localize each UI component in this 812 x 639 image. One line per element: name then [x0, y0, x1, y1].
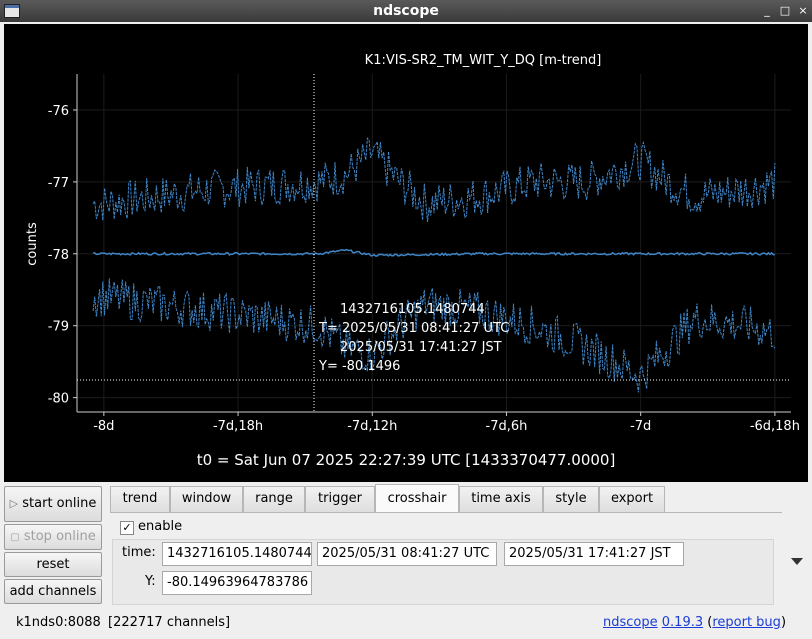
add-channels-button[interactable]: add channels	[4, 579, 102, 604]
crosshair-jst-readout: 2025/05/31 17:41:27 JST	[340, 340, 502, 355]
maximize-icon[interactable]: □	[778, 3, 792, 19]
server-address: k1nds0:8088	[16, 615, 101, 630]
y-tick-label: -80	[48, 392, 69, 407]
stop-online-button[interactable]: ▢ stop online	[4, 524, 102, 550]
tab-crosshair[interactable]: crosshair	[375, 484, 459, 512]
report-bug-link[interactable]: report bug	[712, 615, 781, 630]
tab-trend[interactable]: trend	[110, 486, 170, 512]
x-tick-label: -8d	[93, 419, 114, 434]
x-tick-labels: -8d -7d,18h -7d,12h -7d,6h -7d -6d,18h	[93, 412, 800, 434]
x-tick-label: -6d,18h	[750, 419, 800, 434]
tab-range[interactable]: range	[243, 486, 305, 512]
y-tick-label: -79	[48, 320, 69, 335]
y-axis-label: counts	[25, 222, 40, 266]
x-tick-label: -7d,6h	[486, 419, 528, 434]
plot-area[interactable]: K1:VIS-SR2_TM_WIT_Y_DQ [m-trend] counts …	[4, 24, 808, 482]
enable-checkbox[interactable]: ✓	[120, 521, 134, 535]
enable-label: enable	[138, 519, 183, 534]
tab-style[interactable]: style	[543, 486, 599, 512]
crosshair-y-readout: Y= -80.1496	[318, 359, 400, 374]
tab-trigger[interactable]: trigger	[305, 486, 375, 512]
stop-online-label: stop online	[23, 529, 96, 544]
x-tick-label: -7d	[630, 419, 651, 434]
time-utc-field[interactable]: 2025/05/31 08:41:27 UTC	[317, 542, 497, 566]
time-gps-field[interactable]: 1432716105.1480744	[162, 542, 312, 566]
stop-icon: ▢	[10, 532, 20, 543]
tab-time-axis[interactable]: time axis	[459, 486, 543, 512]
minimize-icon[interactable]: _	[760, 3, 774, 19]
tab-window[interactable]: window	[170, 486, 243, 512]
x-tick-label: -7d,12h	[347, 419, 397, 434]
play-icon: ▷	[9, 497, 19, 510]
series-line-mean	[93, 248, 776, 257]
channel-count: [222717 channels]	[108, 615, 231, 630]
close-icon[interactable]: ×	[796, 3, 810, 19]
tab-export[interactable]: export	[599, 486, 665, 512]
crosshair-utc-readout: T= 2025/05/31 08:41:27 UTC	[318, 321, 509, 336]
start-online-button[interactable]: ▷ start online	[4, 486, 102, 522]
ndscope-link[interactable]: ndscope	[603, 615, 658, 630]
reset-button[interactable]: reset	[4, 552, 102, 577]
start-online-label: start online	[22, 496, 97, 511]
window-title: ndscope	[373, 3, 439, 19]
crosshair-tab-panel: ✓ enable time: 1432716105.1480744 2025/0…	[110, 512, 782, 617]
time-label: time:	[122, 545, 156, 560]
version-link[interactable]: 0.19.3	[662, 615, 703, 630]
status-bar: k1nds0:8088 [222717 channels] ndscope 0.…	[0, 614, 812, 639]
y-label: Y:	[145, 574, 156, 589]
plot-canvas[interactable]: K1:VIS-SR2_TM_WIT_Y_DQ [m-trend] counts …	[4, 24, 808, 482]
y-tick-label: -78	[48, 248, 69, 263]
y-tick-label: -76	[48, 104, 69, 119]
plot-title: K1:VIS-SR2_TM_WIT_Y_DQ [m-trend]	[365, 53, 602, 68]
crosshair-gps-readout: 1432716105.1480744	[340, 302, 485, 317]
series-line-max	[92, 136, 776, 223]
title-bar: ndscope _ □ ×	[0, 0, 812, 22]
t0-label: t0 = Sat Jun 07 2025 22:27:39 UTC [14333…	[197, 451, 616, 469]
y-tick-label: -77	[48, 176, 69, 191]
close-paren: )	[780, 615, 787, 630]
grid-lines	[77, 74, 791, 412]
collapse-arrow-icon[interactable]	[791, 558, 803, 565]
x-tick-label: -7d,18h	[213, 419, 263, 434]
y-value-field[interactable]: -80.14963964783786	[162, 571, 312, 595]
time-jst-field[interactable]: 2025/05/31 17:41:27 JST	[504, 542, 684, 566]
y-tick-labels: -76 -77 -78 -79 -80	[48, 104, 77, 407]
